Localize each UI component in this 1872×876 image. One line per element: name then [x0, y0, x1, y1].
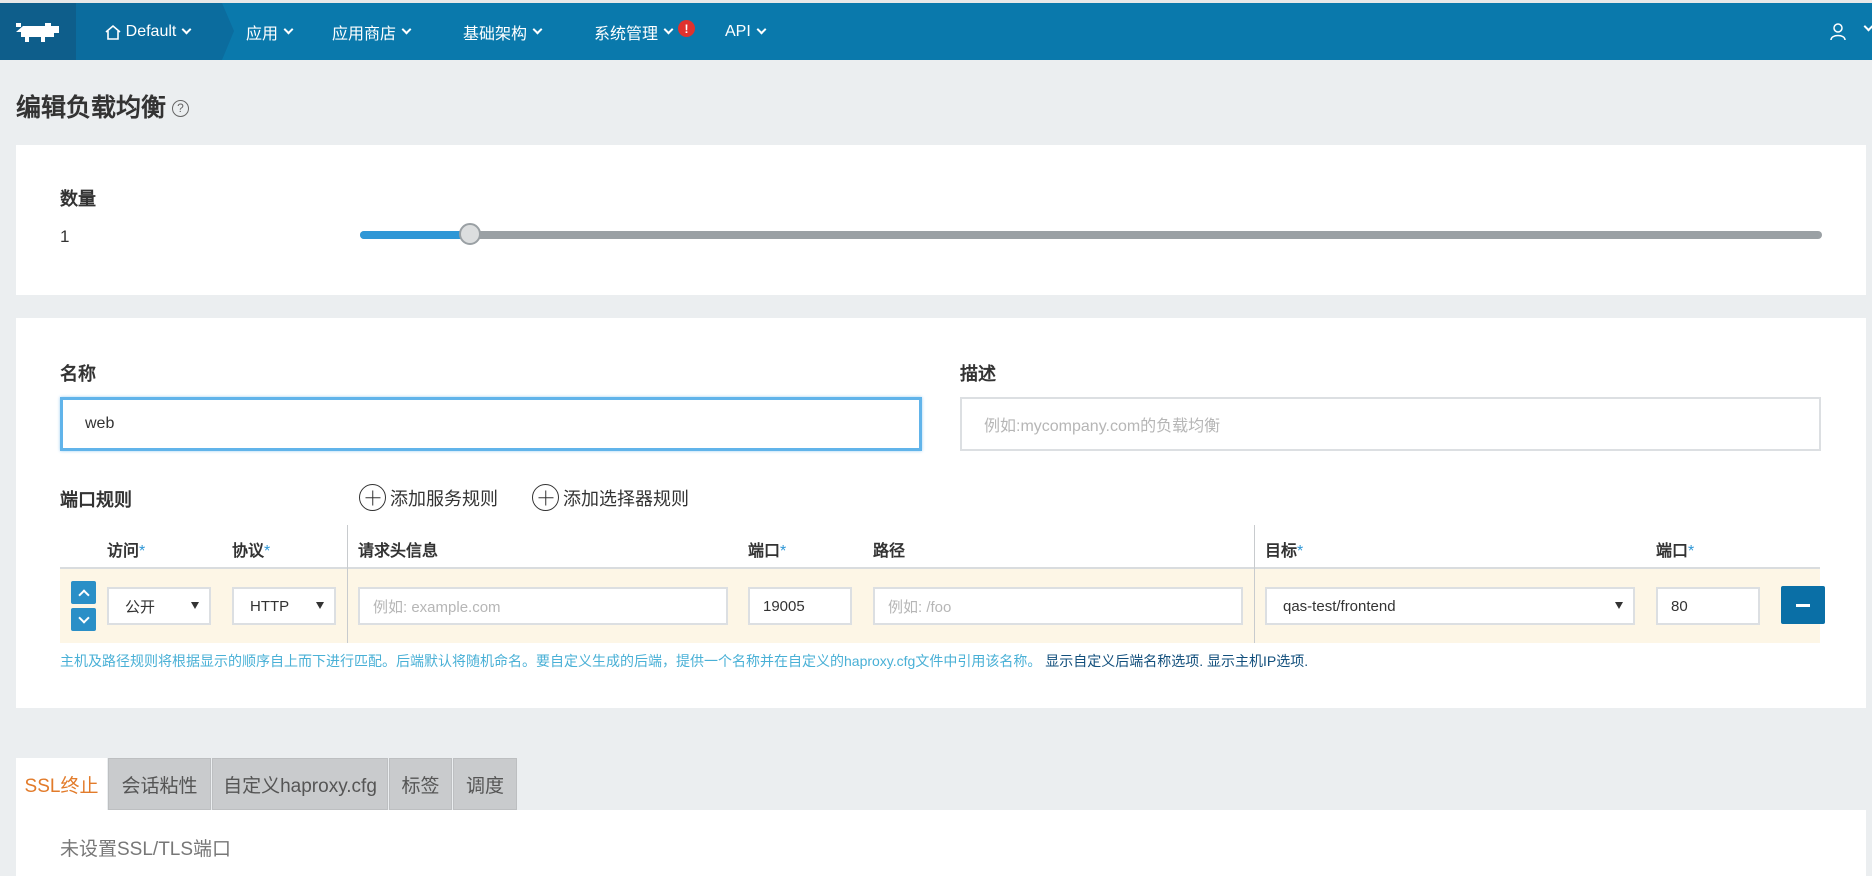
show-backend-name-link[interactable]: 显示自定义后端名称选项. [1045, 653, 1203, 669]
source-port-input[interactable]: 19005 [748, 587, 852, 625]
scale-slider-fill [360, 231, 470, 239]
nav-admin-label: 系统管理 [594, 25, 659, 43]
chevron-up-icon [77, 589, 90, 601]
name-input[interactable]: web [60, 397, 922, 451]
nav-api-label: API [725, 22, 751, 40]
chevron-down-icon [77, 611, 90, 624]
form-panel [16, 318, 1866, 708]
name-input-value: web [85, 415, 115, 432]
header-target: 目标* [1265, 543, 1304, 560]
description-input[interactable]: 例如:mycompany.com的负载均衡 [960, 397, 1821, 451]
nav-apps-label: 应用 [246, 25, 279, 43]
scale-panel: 数量 1 [16, 145, 1866, 295]
scale-value: 1 [60, 227, 70, 246]
tab-scheduling[interactable]: 调度 [453, 758, 517, 810]
rancher-logo[interactable] [0, 3, 76, 60]
column-divider [1254, 525, 1255, 643]
description-placeholder: 例如:mycompany.com的负载均衡 [984, 418, 1221, 435]
target-port-input[interactable]: 80 [1656, 587, 1760, 625]
remove-rule-button[interactable] [1781, 586, 1825, 624]
plus-circle-icon [532, 484, 559, 511]
environment-arrow [222, 3, 234, 60]
tab-custom-haproxy[interactable]: 自定义haproxy.cfg [212, 758, 388, 810]
add-selector-rule-label: 添加选择器规则 [563, 488, 689, 509]
tab-labels[interactable]: 标签 [389, 758, 452, 810]
header-target-port: 端口* [1656, 543, 1695, 560]
column-divider [347, 525, 348, 643]
port-rules-hint: 主机及路径规则将根据显示的顺序自上而下进行匹配。后端默认将随机命名。要自定义生成… [60, 651, 1308, 671]
header-port: 端口* [748, 543, 787, 560]
scale-slider-thumb[interactable] [458, 223, 481, 245]
add-service-rule-button[interactable]: 添加服务规则 [359, 484, 498, 511]
nav-infrastructure-label: 基础架构 [463, 25, 528, 43]
add-selector-rule-button[interactable]: 添加选择器规则 [532, 484, 689, 511]
caret-down-icon [191, 602, 199, 609]
source-port-value: 19005 [763, 597, 805, 615]
target-select-value: qas-test/frontend [1283, 597, 1396, 615]
chevron-down-icon [663, 24, 674, 35]
nav-admin[interactable]: 系统管理 [594, 3, 676, 60]
protocol-select-value: HTTP [250, 597, 290, 615]
nav-infrastructure[interactable]: 基础架构 [463, 3, 545, 60]
header-protocol: 协议* [232, 543, 271, 560]
access-select-value: 公开 [125, 598, 156, 616]
environment-switcher[interactable]: Default [76, 3, 222, 60]
move-down-button[interactable] [71, 608, 96, 631]
move-up-button[interactable] [71, 581, 96, 604]
page-title-text: 编辑负载均衡 [16, 94, 167, 122]
ssl-empty-message: 未设置SSL/TLS端口 [60, 839, 232, 860]
tab-stickiness[interactable]: 会话粘性 [108, 758, 211, 810]
page-title: 编辑负载均衡 ? [16, 88, 190, 124]
nav-api[interactable]: API [725, 3, 769, 60]
target-select[interactable]: qas-test/frontend [1265, 587, 1635, 625]
caret-down-icon [316, 602, 324, 609]
show-host-ip-link[interactable]: 显示主机IP选项. [1207, 653, 1308, 669]
table-header-divider [60, 567, 1820, 569]
chevron-down-icon [181, 24, 192, 35]
access-select[interactable]: 公开 [107, 587, 211, 625]
header-access: 访问* [107, 543, 146, 560]
port-rules-label: 端口规则 [60, 490, 132, 510]
path-placeholder: 例如: /foo [888, 598, 952, 616]
plus-circle-icon [359, 484, 386, 511]
hint-text: 主机及路径规则将根据显示的顺序自上而下进行匹配。后端默认将随机命名。要自定义生成… [60, 653, 1042, 669]
scale-slider-track[interactable] [360, 231, 1822, 239]
path-input[interactable]: 例如: /foo [873, 587, 1243, 625]
caret-down-icon [1615, 602, 1623, 609]
top-nav: Default 应用 应用商店 基础架构 系统管理 ! API [0, 0, 1872, 60]
chevron-down-icon [283, 24, 294, 35]
chevron-down-icon [756, 24, 767, 35]
chevron-down-icon[interactable] [1863, 21, 1872, 32]
header-request-host: 请求头信息 [358, 543, 439, 560]
request-host-placeholder: 例如: example.com [373, 598, 501, 616]
chevron-down-icon [532, 24, 543, 35]
ssl-tab-panel: 未设置SSL/TLS端口 [16, 810, 1866, 876]
minus-icon [1796, 603, 1810, 607]
nav-catalog[interactable]: 应用商店 [332, 3, 414, 60]
add-service-rule-label: 添加服务规则 [390, 488, 498, 509]
nav-catalog-label: 应用商店 [332, 25, 397, 43]
header-path: 路径 [873, 543, 906, 560]
scale-label: 数量 [60, 189, 96, 209]
help-icon[interactable]: ? [172, 99, 190, 117]
request-host-input[interactable]: 例如: example.com [358, 587, 728, 625]
description-label: 描述 [960, 364, 996, 384]
tab-ssl-termination[interactable]: SSL终止 [16, 758, 107, 810]
user-icon[interactable] [1830, 23, 1846, 41]
name-label: 名称 [60, 364, 96, 384]
environment-label: Default [125, 22, 177, 40]
cow-logo-icon [16, 22, 59, 42]
home-icon [105, 24, 121, 40]
protocol-select[interactable]: HTTP [232, 587, 336, 625]
nav-apps[interactable]: 应用 [246, 3, 296, 60]
chevron-down-icon [401, 24, 412, 35]
admin-alert-badge: ! [678, 20, 695, 37]
target-port-value: 80 [1671, 597, 1688, 615]
